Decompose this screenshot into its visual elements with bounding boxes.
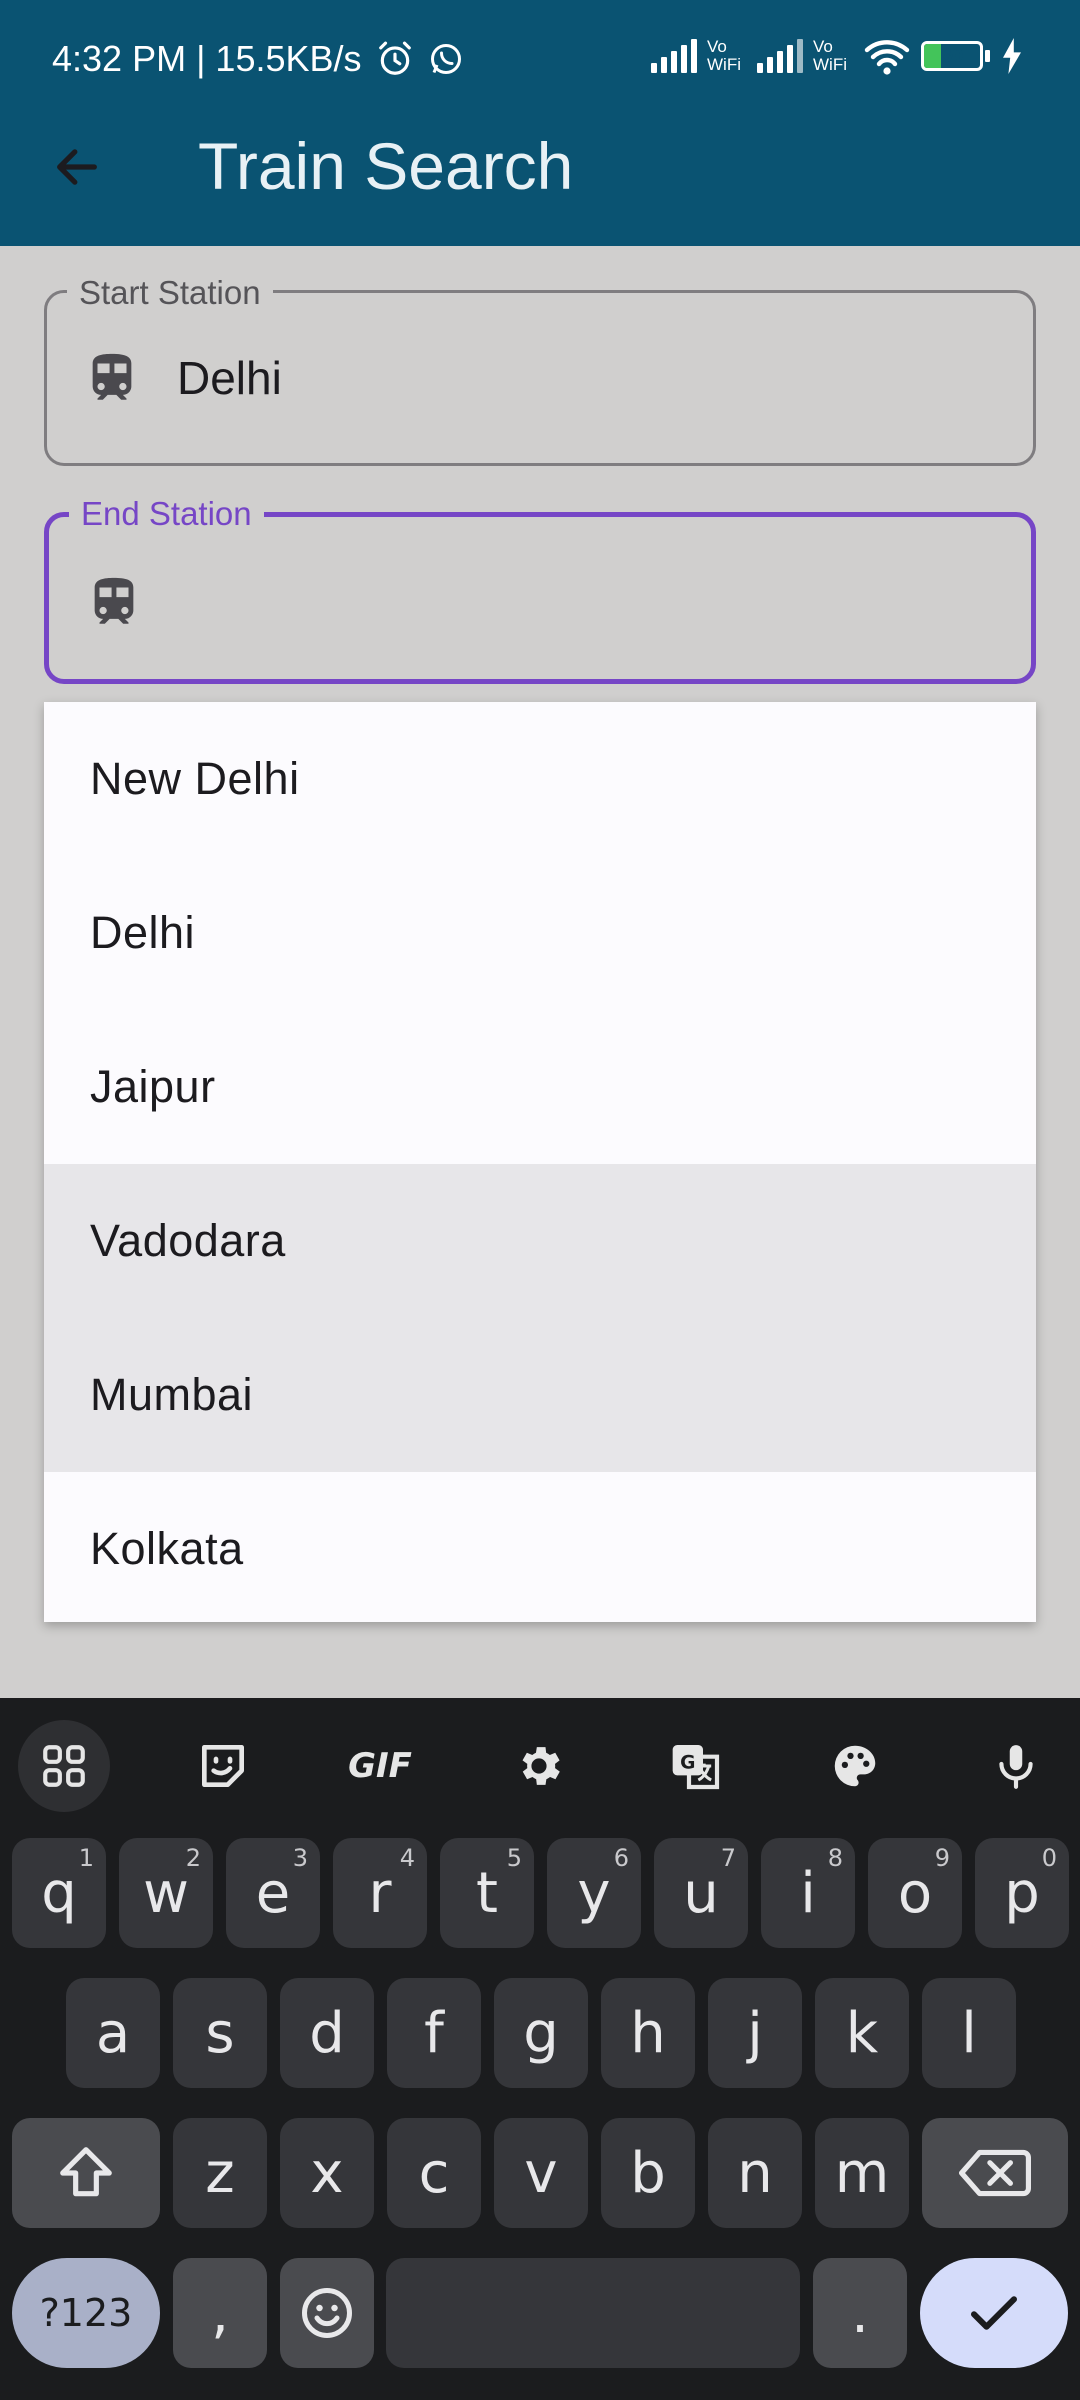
- suggestion-item[interactable]: Delhi: [44, 856, 1036, 1010]
- app-header: 4:32 PM | 15.5KB/s Vo WiFi Vo WiFi 30 Tr…: [0, 0, 1080, 246]
- status-time-speed: 4:32 PM | 15.5KB/s: [52, 38, 362, 79]
- arrow-back-icon: [57, 149, 97, 185]
- back-button[interactable]: [40, 130, 114, 204]
- sticker-button[interactable]: [177, 1720, 269, 1812]
- settings-button[interactable]: [493, 1720, 585, 1812]
- key-l[interactable]: l: [922, 1978, 1016, 2088]
- palette-icon: [834, 1745, 876, 1787]
- key-h[interactable]: h: [601, 1978, 695, 2088]
- key-q[interactable]: q1: [12, 1838, 106, 1948]
- key-k[interactable]: k: [815, 1978, 909, 2088]
- whatsapp-icon: [430, 44, 461, 74]
- key-a[interactable]: a: [66, 1978, 160, 2088]
- start-station-value: Delhi: [177, 352, 282, 404]
- train-icon: [94, 577, 134, 624]
- suggestion-item[interactable]: Kolkata: [44, 1472, 1036, 1626]
- keyboard-toolbar: GIF G: [0, 1698, 1080, 1816]
- end-station-field[interactable]: End Station: [44, 495, 1036, 684]
- key-y[interactable]: y6: [547, 1838, 641, 1948]
- comma-key[interactable]: ,: [173, 2258, 267, 2368]
- key-u[interactable]: u7: [654, 1838, 748, 1948]
- signal-icon-2: [757, 39, 803, 73]
- key-x[interactable]: x: [280, 2118, 374, 2228]
- key-z[interactable]: z: [173, 2118, 267, 2228]
- key-m[interactable]: m: [815, 2118, 909, 2228]
- status-bar: 4:32 PM | 15.5KB/s Vo WiFi Vo WiFi 30: [0, 0, 1080, 120]
- alarm-icon: [378, 41, 411, 75]
- key-d[interactable]: d: [280, 1978, 374, 2088]
- station-suggestions-dropdown: New Delhi Delhi Jaipur Vadodara Mumbai K…: [44, 702, 1036, 1622]
- done-key[interactable]: [920, 2258, 1068, 2368]
- suggestion-item[interactable]: New Delhi: [44, 702, 1036, 856]
- suggestion-item[interactable]: Jaipur: [44, 1010, 1036, 1164]
- backspace-icon: [959, 2149, 1031, 2197]
- gif-icon: GIF: [348, 1746, 412, 1786]
- emoji-icon: [302, 2288, 352, 2338]
- space-key[interactable]: [386, 2258, 800, 2368]
- train-icon: [92, 353, 132, 400]
- svg-text:G: G: [680, 1752, 695, 1773]
- key-i[interactable]: i8: [761, 1838, 855, 1948]
- symbols-key[interactable]: ?123: [12, 2258, 160, 2368]
- microphone-icon: [999, 1745, 1033, 1789]
- gear-icon: [522, 1747, 560, 1785]
- key-v[interactable]: v: [494, 2118, 588, 2228]
- vowifi-label: Vo WiFi: [707, 37, 741, 74]
- grid-icon: [43, 1745, 85, 1787]
- apps-grid-button[interactable]: [18, 1720, 110, 1812]
- key-b[interactable]: b: [601, 2118, 695, 2228]
- shift-key[interactable]: [12, 2118, 160, 2228]
- start-station-field[interactable]: Start Station Delhi: [44, 274, 1036, 466]
- check-icon: [971, 2296, 1017, 2330]
- suggestion-item[interactable]: Vadodara: [44, 1164, 1036, 1318]
- backspace-key[interactable]: [922, 2118, 1068, 2228]
- battery-level: 30: [940, 45, 964, 67]
- key-f[interactable]: f: [387, 1978, 481, 2088]
- wifi-icon: [864, 40, 910, 75]
- theme-button[interactable]: [809, 1720, 901, 1812]
- page-title: Train Search: [198, 129, 574, 203]
- key-s[interactable]: s: [173, 1978, 267, 2088]
- translate-button[interactable]: G: [650, 1720, 742, 1812]
- emoji-key[interactable]: [280, 2258, 374, 2368]
- key-n[interactable]: n: [708, 2118, 802, 2228]
- gif-button[interactable]: GIF: [334, 1720, 426, 1812]
- soft-keyboard: GIF G q1 w2 e3 r4 t5 y6 u7 i8 o9 p0 a s …: [0, 1698, 1080, 2400]
- signal-icon: [651, 39, 697, 73]
- end-station-label: End Station: [69, 495, 264, 533]
- key-r[interactable]: r4: [333, 1838, 427, 1948]
- key-e[interactable]: e3: [226, 1838, 320, 1948]
- key-j[interactable]: j: [708, 1978, 802, 2088]
- charging-icon: [1003, 38, 1021, 74]
- period-key[interactable]: .: [813, 2258, 907, 2368]
- voice-input-button[interactable]: [970, 1720, 1062, 1812]
- key-p[interactable]: p0: [975, 1838, 1069, 1948]
- sticker-icon: [202, 1745, 245, 1787]
- translate-icon: G: [672, 1745, 720, 1790]
- shift-icon: [60, 2147, 112, 2197]
- key-w[interactable]: w2: [119, 1838, 213, 1948]
- suggestion-item[interactable]: Mumbai: [44, 1318, 1036, 1472]
- start-station-label: Start Station: [67, 274, 273, 312]
- key-o[interactable]: o9: [868, 1838, 962, 1948]
- key-c[interactable]: c: [387, 2118, 481, 2228]
- key-g[interactable]: g: [494, 1978, 588, 2088]
- vowifi-label-2: Vo WiFi: [813, 37, 847, 74]
- key-t[interactable]: t5: [440, 1838, 534, 1948]
- battery-icon: 30: [921, 41, 990, 71]
